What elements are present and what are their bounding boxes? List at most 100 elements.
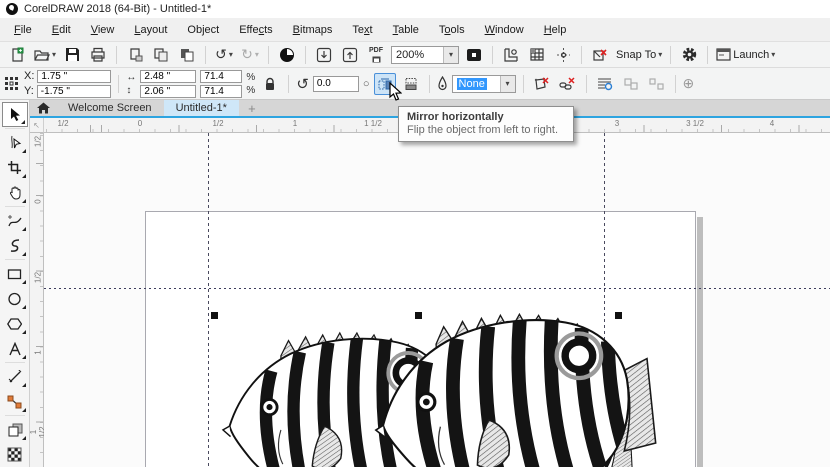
scale-x-field[interactable] bbox=[200, 70, 242, 83]
drawing-canvas[interactable] bbox=[44, 133, 830, 467]
menu-edit[interactable]: Edit bbox=[42, 20, 81, 40]
connector-tool[interactable] bbox=[2, 389, 28, 414]
rulers-icon bbox=[503, 47, 520, 63]
mirror-vertical-button[interactable] bbox=[400, 73, 422, 95]
full-screen-preview-button[interactable] bbox=[463, 44, 485, 66]
transparency-tool[interactable] bbox=[2, 442, 28, 467]
menu-effects[interactable]: Effects bbox=[229, 20, 282, 40]
ellipse-tool[interactable] bbox=[2, 286, 28, 311]
snap-off-button[interactable] bbox=[589, 44, 611, 66]
outline-width-icon bbox=[437, 76, 448, 92]
text-tool[interactable] bbox=[2, 336, 28, 361]
group-objects-button[interactable] bbox=[620, 73, 642, 95]
zoom-level-value[interactable]: 200% bbox=[392, 49, 436, 61]
menu-text[interactable]: Text bbox=[342, 20, 382, 40]
freehand-tool[interactable] bbox=[2, 208, 28, 233]
snap-to-button[interactable]: Snap To ▾ bbox=[615, 44, 663, 66]
zoom-level-combo[interactable]: 200% ▾ bbox=[391, 46, 459, 64]
import-button[interactable] bbox=[313, 44, 335, 66]
selection-handle-top-left[interactable] bbox=[211, 312, 218, 319]
open-folder-icon bbox=[33, 47, 50, 63]
show-guidelines-button[interactable] bbox=[552, 44, 574, 66]
ruler-origin-corner[interactable]: ↖ bbox=[30, 118, 44, 133]
vertical-ruler[interactable]: 1/2 0 1/2 1 1 1/2 bbox=[30, 133, 44, 467]
undo-button[interactable]: ↺ ▾ bbox=[213, 44, 235, 66]
menu-layout[interactable]: Layout bbox=[124, 20, 177, 40]
y-position-field[interactable] bbox=[37, 85, 111, 98]
redo-icon: ↻ bbox=[241, 46, 253, 63]
remove-link-button[interactable] bbox=[557, 73, 579, 95]
menu-help[interactable]: Help bbox=[534, 20, 577, 40]
add-plus-icon[interactable]: ⊕ bbox=[683, 75, 695, 92]
text-tool-icon bbox=[8, 342, 22, 356]
redo-button[interactable]: ↻ ▾ bbox=[239, 44, 261, 66]
publish-pdf-button[interactable]: PDF bbox=[365, 44, 387, 66]
menu-table[interactable]: Table bbox=[383, 20, 429, 40]
outline-width-dropdown-button[interactable]: ▾ bbox=[500, 76, 515, 92]
selection-handle-top-right[interactable] bbox=[615, 312, 622, 319]
cut-icon bbox=[128, 47, 143, 62]
grid-icon bbox=[529, 47, 545, 62]
fish-artwork[interactable] bbox=[44, 133, 816, 467]
menu-view[interactable]: View bbox=[81, 20, 125, 40]
launch-button[interactable]: Launch ▾ bbox=[715, 44, 776, 66]
object-width-field[interactable] bbox=[140, 70, 196, 83]
outline-width-combo[interactable]: None ▾ bbox=[452, 75, 516, 93]
zoom-level-dropdown-button[interactable]: ▾ bbox=[443, 47, 458, 63]
menu-tools[interactable]: Tools bbox=[429, 20, 475, 40]
toolbar-separator bbox=[523, 75, 524, 93]
pan-tool[interactable] bbox=[2, 180, 28, 205]
shape-tool[interactable] bbox=[2, 130, 28, 155]
menu-file[interactable]: File bbox=[4, 20, 42, 40]
tab-welcome-screen[interactable]: Welcome Screen bbox=[56, 100, 164, 116]
drop-shadow-icon bbox=[7, 422, 23, 437]
object-height-field[interactable] bbox=[140, 85, 196, 98]
save-button[interactable] bbox=[61, 44, 83, 66]
undo-icon: ↺ bbox=[215, 46, 227, 63]
crop-tool[interactable] bbox=[2, 155, 28, 180]
ungroup-objects-icon bbox=[649, 77, 665, 91]
export-button[interactable] bbox=[339, 44, 361, 66]
new-document-button[interactable] bbox=[6, 44, 28, 66]
home-tab-button[interactable] bbox=[30, 100, 56, 116]
scale-y-field[interactable] bbox=[200, 85, 242, 98]
undo-caret-icon[interactable]: ▾ bbox=[229, 51, 233, 59]
outline-width-value[interactable]: None bbox=[457, 78, 487, 90]
x-position-field[interactable] bbox=[37, 70, 111, 83]
gear-icon bbox=[681, 46, 698, 63]
paste-button[interactable] bbox=[176, 44, 198, 66]
copy-button[interactable] bbox=[150, 44, 172, 66]
lock-ratio-button[interactable] bbox=[259, 73, 281, 95]
search-content-button[interactable] bbox=[276, 44, 298, 66]
toolbar-separator bbox=[586, 75, 587, 93]
menu-object[interactable]: Object bbox=[177, 20, 229, 40]
selection-handle-top-middle[interactable] bbox=[415, 312, 422, 319]
rectangle-tool[interactable] bbox=[2, 261, 28, 286]
menu-bitmaps[interactable]: Bitmaps bbox=[283, 20, 343, 40]
rotation-angle-field[interactable] bbox=[313, 76, 359, 92]
menu-window[interactable]: Window bbox=[475, 20, 534, 40]
fish-middle[interactable] bbox=[370, 308, 659, 467]
open-button[interactable]: ▾ bbox=[32, 44, 57, 66]
show-rulers-button[interactable] bbox=[500, 44, 522, 66]
ungroup-objects-button[interactable] bbox=[646, 73, 668, 95]
wrap-text-button[interactable] bbox=[594, 73, 616, 95]
pick-tool[interactable] bbox=[2, 102, 28, 127]
h-ruler-label: 0 bbox=[138, 119, 142, 128]
options-button[interactable] bbox=[678, 44, 700, 66]
new-tab-button[interactable]: + bbox=[239, 100, 265, 116]
remove-perspective-icon bbox=[533, 76, 550, 91]
tab-untitled-1[interactable]: Untitled-1* bbox=[164, 100, 239, 116]
open-caret-icon[interactable]: ▾ bbox=[52, 51, 56, 59]
dimension-tool[interactable] bbox=[2, 364, 28, 389]
artistic-media-tool[interactable] bbox=[2, 233, 28, 258]
h-ruler-label: 3 bbox=[615, 119, 619, 128]
print-button[interactable] bbox=[87, 44, 109, 66]
drop-shadow-tool[interactable] bbox=[2, 417, 28, 442]
launch-caret-icon: ▾ bbox=[771, 51, 775, 59]
polygon-tool[interactable] bbox=[2, 311, 28, 336]
lock-icon bbox=[264, 77, 276, 91]
show-grid-button[interactable] bbox=[526, 44, 548, 66]
remove-perspective-button[interactable] bbox=[531, 73, 553, 95]
cut-button[interactable] bbox=[124, 44, 146, 66]
